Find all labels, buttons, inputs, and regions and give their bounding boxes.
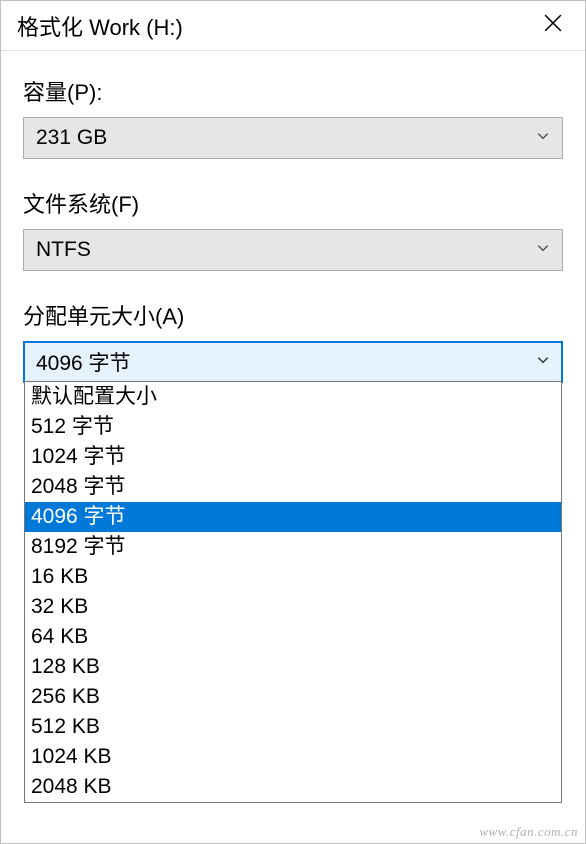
capacity-group: 容量(P): 231 GB xyxy=(23,75,563,159)
allocation-option[interactable]: 128 KB xyxy=(25,652,561,682)
dialog-title: 格式化 Work (H:) xyxy=(17,10,183,42)
allocation-label: 分配单元大小(A) xyxy=(23,299,563,331)
allocation-option[interactable]: 512 KB xyxy=(25,712,561,742)
close-button[interactable] xyxy=(535,8,571,44)
allocation-combobox[interactable]: 4096 字节 默认配置大小512 字节1024 字节2048 字节4096 字… xyxy=(23,341,563,383)
allocation-option[interactable]: 默认配置大小 xyxy=(25,382,561,412)
allocation-group: 分配单元大小(A) 4096 字节 默认配置大小512 字节1024 字节204… xyxy=(23,299,563,383)
filesystem-combobox[interactable]: NTFS xyxy=(23,229,563,271)
chevron-down-icon xyxy=(536,241,550,260)
titlebar: 格式化 Work (H:) xyxy=(1,1,585,51)
chevron-down-icon xyxy=(536,129,550,148)
allocation-option[interactable]: 64 KB xyxy=(25,622,561,652)
allocation-option[interactable]: 512 字节 xyxy=(25,412,561,442)
capacity-value: 231 GB xyxy=(36,126,107,150)
filesystem-label: 文件系统(F) xyxy=(23,187,563,219)
capacity-combobox[interactable]: 231 GB xyxy=(23,117,563,159)
allocation-option[interactable]: 1024 字节 xyxy=(25,442,561,472)
dialog-content: 容量(P): 231 GB 文件系统(F) NTFS 分配单元大小(A) 409… xyxy=(1,51,585,383)
filesystem-value: NTFS xyxy=(36,238,91,262)
allocation-option[interactable]: 2048 KB xyxy=(25,772,561,802)
allocation-value: 4096 字节 xyxy=(36,347,131,377)
allocation-option[interactable]: 16 KB xyxy=(25,562,561,592)
capacity-label: 容量(P): xyxy=(23,75,563,107)
allocation-dropdown-list[interactable]: 默认配置大小512 字节1024 字节2048 字节4096 字节8192 字节… xyxy=(24,381,562,803)
filesystem-group: 文件系统(F) NTFS xyxy=(23,187,563,271)
allocation-option[interactable]: 256 KB xyxy=(25,682,561,712)
allocation-option[interactable]: 4096 字节 xyxy=(25,502,561,532)
close-icon xyxy=(544,14,562,37)
watermark: www.cfan.com.cn xyxy=(479,824,578,840)
allocation-option[interactable]: 32 KB xyxy=(25,592,561,622)
allocation-option[interactable]: 8192 字节 xyxy=(25,532,561,562)
allocation-option[interactable]: 2048 字节 xyxy=(25,472,561,502)
allocation-option[interactable]: 1024 KB xyxy=(25,742,561,772)
format-dialog: 格式化 Work (H:) 容量(P): 231 GB 文件系统(F) NTFS xyxy=(0,0,586,844)
chevron-down-icon xyxy=(536,353,550,372)
